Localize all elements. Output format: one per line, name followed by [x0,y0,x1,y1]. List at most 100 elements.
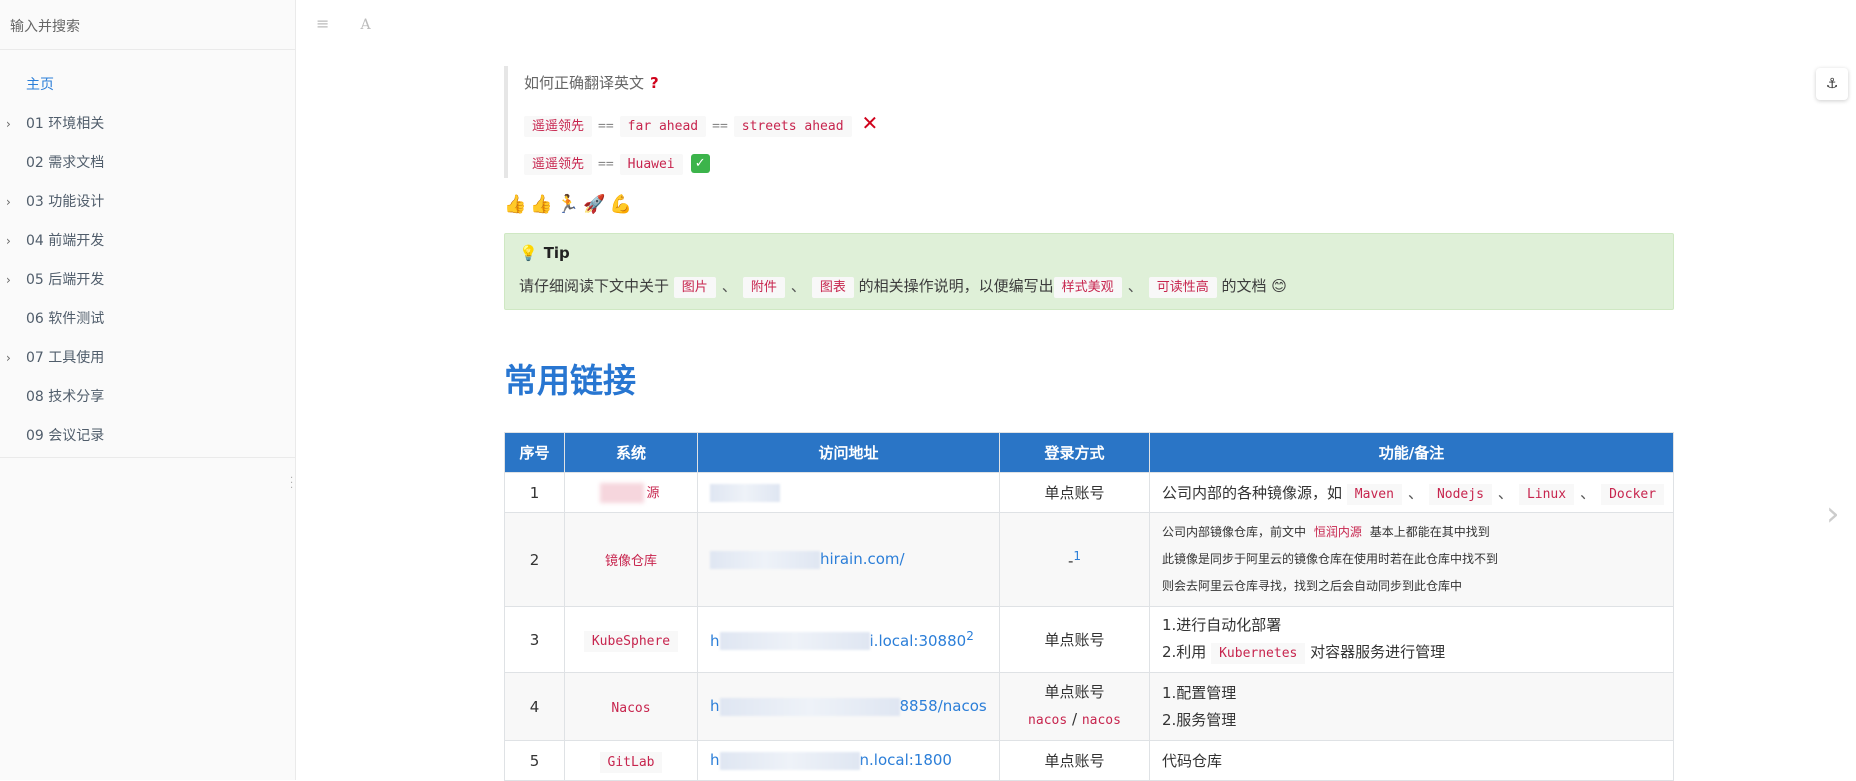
url-link[interactable]: n.local:1800 [860,751,952,769]
quote-line-1: 遥遥领先 == far ahead == streets ahead ✕ [524,106,1004,146]
inline-code: Huawei [619,154,683,175]
sidebar-item-meetings[interactable]: 09 会议记录 [0,417,295,456]
sidebar-item-label: 07 工具使用 [26,350,105,366]
sidebar-item-label: 04 前端开发 [26,233,105,249]
cell-login: 单点账号 nacos / nacos [999,672,1150,741]
footnote-link[interactable]: 1 [1073,549,1081,563]
inline-code: Linux [1518,484,1575,505]
cell-system: 镜像仓库 [564,512,698,607]
sidebar-item-backend[interactable]: › 05 后端开发 [0,261,295,300]
cell-note: 公司内部镜像仓库，前文中 恒润内源 基本上都能在其中找到 此镜像是同步于阿里云的… [1149,512,1674,607]
cell-url[interactable]: h n.local:1800 [697,740,1000,781]
chevron-right-icon[interactable]: › [6,339,11,378]
table-header: 序号 [504,432,565,473]
cell-note: 代码仓库 [1149,740,1674,781]
inline-code: 图表 [811,277,854,298]
sidebar-item-label: 06 软件测试 [26,311,105,327]
sidebar-item-label: 主页 [26,77,54,93]
cell-url[interactable]: hirain.com/ [697,512,1000,607]
sidebar-nav: 主页 › 01 环境相关 02 需求文档 › 03 功能设计 › 04 前端开发 › 0… [0,50,295,458]
sidebar-item-label: 08 技术分享 [26,389,105,405]
blockquote: 如何正确翻译英文? 遥遥领先 == far ahead == streets ahead… [504,66,1004,178]
sidebar-item-label: 03 功能设计 [26,194,105,210]
redacted-link[interactable] [719,632,870,651]
table-row: 2 镜像仓库 hirain.com/ -1 公司内部镜像仓库，前文中 恒润内源 … [504,512,1674,607]
footnote-link[interactable]: 2 [966,629,974,643]
sidebar-item-label: 02 需求文档 [26,155,105,171]
cell-url[interactable]: h 8858/nacos [697,672,1000,741]
cell-system: Nacos [564,672,698,741]
sidebar-item-tools[interactable]: › 07 工具使用 [0,339,295,378]
cell-login: -1 [999,512,1150,607]
chevron-right-icon[interactable]: › [1826,494,1840,534]
inline-code: Maven [1346,484,1402,505]
url-link[interactable]: 8858/nacos [900,697,987,715]
sidebar-item-label: 05 后端开发 [26,272,105,288]
sidebar-item-design[interactable]: › 03 功能设计 [0,183,295,222]
toolbar: ≡ A [316,14,397,33]
cell-system: GitLab [564,740,698,781]
table-row: 4 Nacos h 8858/nacos 单点账号 nacos / nacos 1… [504,672,1674,741]
operator: == [598,119,614,134]
chevron-right-icon[interactable]: › [6,183,11,222]
inline-code: 附件 [742,277,785,298]
table-header: 访问地址 [697,432,1000,473]
sidebar-item-home[interactable]: 主页 [0,66,295,105]
quote-question: 如何正确翻译英文? [524,66,1004,106]
cell-num: 5 [504,740,565,781]
sidebar: 输入并搜索 主页 › 01 环境相关 02 需求文档 › 03 功能设计 › 04 前… [0,0,296,780]
sidebar-item-env[interactable]: › 01 环境相关 [0,105,295,144]
operator: == [598,157,614,172]
redacted-text [600,482,645,503]
tip-body: 请仔细阅读下文中关于 图片、附件、图表 的相关操作说明，以便编写出 样式美观、可读… [519,272,1659,302]
menu-icon[interactable]: ≡ [316,14,329,33]
tip-box: 💡 Tip 请仔细阅读下文中关于 图片、附件、图表 的相关操作说明，以便编写出 样式… [504,233,1674,310]
chevron-right-icon[interactable]: › [6,222,11,261]
section-heading: 常用链接 [504,361,636,400]
sidebar-item-requirements[interactable]: 02 需求文档 [0,144,295,183]
url-link[interactable]: hirain.com/ [820,550,905,568]
table-header: 功能/备注 [1149,432,1674,473]
chevron-right-icon[interactable]: › [6,105,11,144]
question-text: 如何正确翻译英文 [524,74,645,92]
cell-url[interactable]: h i.local:308802 [697,606,1000,673]
inline-code: Nodejs [1428,484,1492,505]
cell-num: 1 [504,472,565,513]
redacted-link[interactable] [719,697,900,716]
inline-code: 可读性高 [1148,277,1217,298]
cross-mark-icon: ✕ [861,111,879,135]
search-input[interactable]: 输入并搜索 [0,0,295,50]
inline-code: 样式美观 [1053,277,1122,298]
lightbulb-icon: 💡 [519,244,538,262]
inline-code: 恒润内源 [1313,525,1362,539]
sidebar-item-frontend[interactable]: › 04 前端开发 [0,222,295,261]
inline-code: 遥遥领先 [524,154,593,175]
inline-code: nacos [1081,713,1121,728]
inline-code: 图片 [673,277,716,298]
inline-code: Kubernetes [1211,643,1306,664]
inline-code: Docker [1601,484,1665,505]
inline-code: nacos [1028,713,1068,728]
table-row: 1 源 单点账号 公司内部的各种镜像源，如 Maven、 Nodejs、 Linux… [504,472,1674,513]
sidebar-item-testing[interactable]: 06 软件测试 [0,300,295,339]
cell-num: 2 [504,512,565,607]
cell-note: 1.配置管理 2.服务管理 [1149,672,1674,741]
anchor-icon[interactable]: ⚓ [1816,68,1848,100]
redacted-link[interactable] [710,550,820,569]
emoji-row: 👍👍🏃🚀💪 [504,194,637,215]
chevron-right-icon[interactable]: › [6,261,11,300]
sidebar-resize-handle[interactable]: · · · [290,474,294,494]
table-header: 系统 [564,432,698,473]
sidebar-item-label: 09 会议记录 [26,428,105,444]
sidebar-item-tech-share[interactable]: 08 技术分享 [0,378,295,417]
redacted-link[interactable] [719,751,860,770]
cell-note: 1.进行自动化部署 2.利用 Kubernetes 对容器服务进行管理 [1149,606,1674,673]
cell-url[interactable] [697,472,1000,513]
table-header: 登录方式 [999,432,1150,473]
font-size-icon[interactable]: A [361,17,371,33]
url-link[interactable]: i.local:30880 [870,632,967,650]
table-header-row: 序号 系统 访问地址 登录方式 功能/备注 [504,432,1674,473]
redacted-link[interactable] [710,483,780,502]
check-mark-icon: ✓ [690,154,710,173]
inline-code: streets ahead [733,116,852,137]
